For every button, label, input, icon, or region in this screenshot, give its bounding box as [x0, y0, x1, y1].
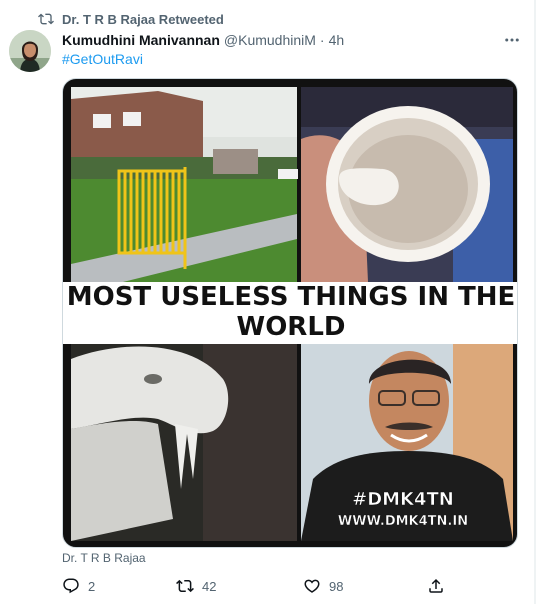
like-button[interactable]: 98	[303, 576, 343, 596]
man-photo	[301, 344, 513, 541]
share-icon	[429, 578, 443, 593]
caption-line-2: WORLD	[237, 312, 346, 342]
separator-dot: ·	[319, 32, 325, 48]
caption-line-1: MOST USELESS THINGS IN THE	[67, 282, 516, 312]
heart-icon	[304, 579, 320, 593]
tweet-timestamp[interactable]: 4h	[329, 32, 345, 48]
watermark-tag: #DMK4TN	[352, 489, 454, 510]
tweet-header: Kumudhini Manivannan @KumudhiniM · 4h	[62, 31, 522, 49]
avatar-image	[9, 30, 51, 72]
author-name[interactable]: Kumudhini Manivannan	[62, 32, 220, 48]
reply-icon	[63, 578, 79, 594]
reply-button[interactable]: 2	[62, 576, 95, 596]
retweet-icon	[176, 579, 194, 593]
author-handle[interactable]: @KumudhiniM	[224, 32, 316, 48]
meme-image: MOST USELESS THINGS IN THE WORLD #DMK4TN…	[63, 87, 517, 541]
tweet-media[interactable]: MOST USELESS THINGS IN THE WORLD #DMK4TN…	[62, 78, 518, 548]
like-count: 98	[329, 578, 344, 594]
more-icon	[505, 38, 519, 42]
reply-count: 2	[88, 578, 96, 594]
retweet-icon	[38, 13, 54, 25]
goat-photo	[71, 344, 297, 541]
footer-attribution[interactable]: Dr. T R B Rajaa	[62, 551, 146, 565]
retweet-button[interactable]: 42	[176, 576, 216, 596]
avatar[interactable]	[9, 30, 51, 72]
tweet-actions: 2 42 98	[62, 576, 462, 596]
gate-photo	[71, 87, 298, 282]
retweet-context-label: Dr. T R B Rajaa Retweeted	[62, 11, 224, 27]
social-context[interactable]: Dr. T R B Rajaa Retweeted	[38, 10, 224, 28]
cup-photo	[301, 87, 513, 282]
more-button[interactable]	[502, 30, 522, 50]
watermark-url: WWW.DMK4TN.IN	[338, 514, 468, 529]
retweet-count: 42	[202, 578, 217, 594]
hashtag-link[interactable]: #GetOutRavi	[62, 51, 143, 67]
share-button[interactable]	[427, 576, 445, 596]
